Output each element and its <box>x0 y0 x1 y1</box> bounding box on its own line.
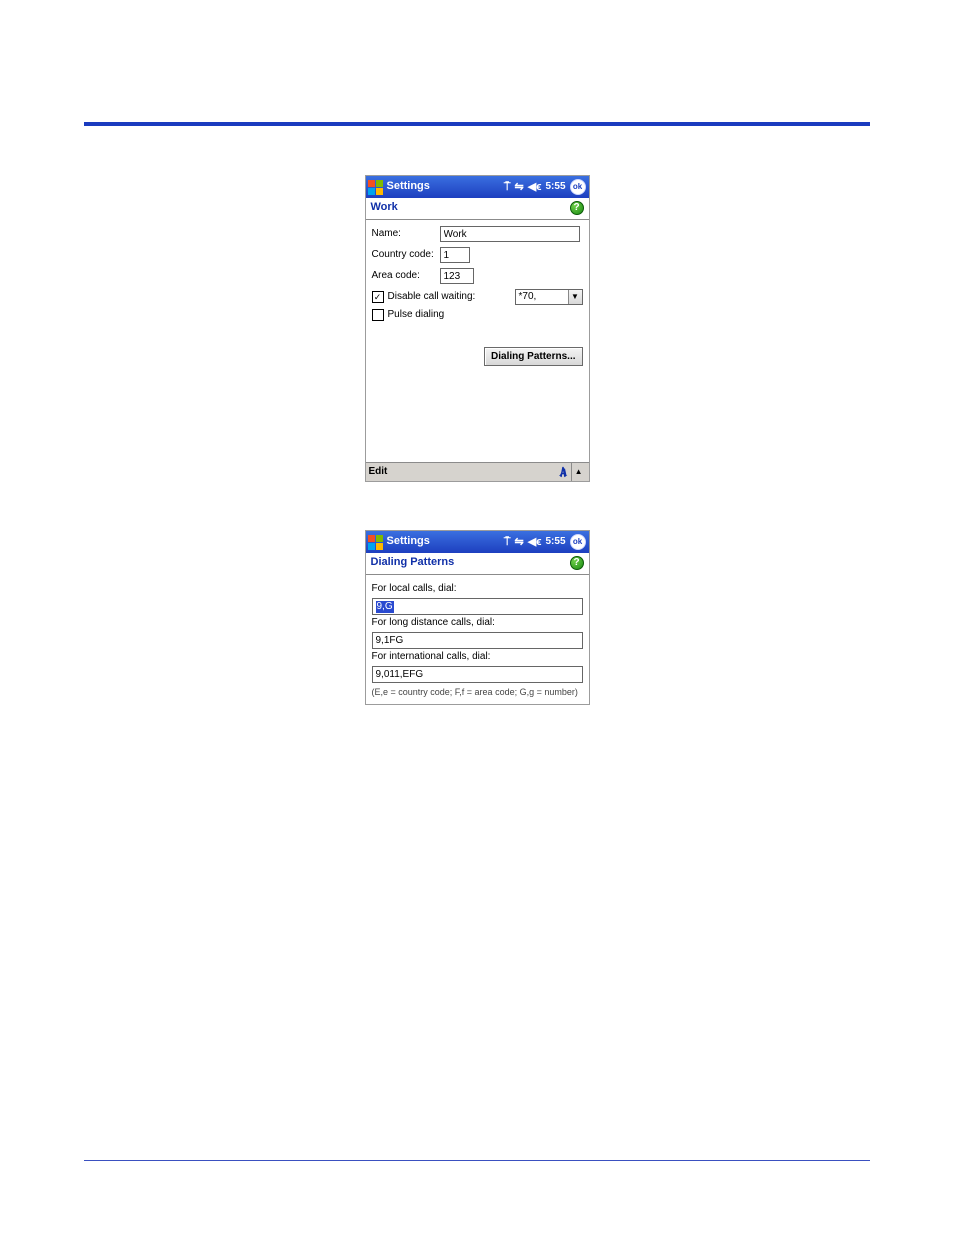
speaker-icon[interactable]: ◀ϵ <box>528 182 542 193</box>
work-form: Name: Country code: Area code: Disable c… <box>366 220 589 462</box>
speaker-icon[interactable]: ◀ϵ <box>528 537 542 548</box>
signal-icon[interactable]: ⍑ <box>504 182 511 193</box>
start-icon[interactable] <box>368 534 384 550</box>
titlebar: Settings ⍑ ⇋ ◀ϵ 5:55 ok <box>366 176 589 198</box>
country-code-label: Country code: <box>372 249 440 261</box>
bottombar: Edit A ▲ <box>366 462 589 481</box>
name-input[interactable] <box>440 226 580 242</box>
status-icons: ⍑ ⇋ ◀ϵ 5:55 <box>504 536 566 548</box>
titlebar: Settings ⍑ ⇋ ◀ϵ 5:55 ok <box>366 531 589 553</box>
call-waiting-code-value: *70, <box>516 291 568 303</box>
pulse-dialing-checkbox[interactable] <box>372 309 384 321</box>
sip-arrow-icon[interactable]: ▲ <box>571 463 586 481</box>
area-code-input[interactable] <box>440 268 474 284</box>
subheader: Work ? <box>366 198 589 220</box>
connection-icon[interactable]: ⇋ <box>515 537 524 548</box>
call-waiting-code-dropdown[interactable]: *70, ▼ <box>515 289 583 305</box>
start-icon[interactable] <box>368 179 384 195</box>
country-code-input[interactable] <box>440 247 470 263</box>
help-icon[interactable]: ? <box>570 556 584 570</box>
app-title: Settings <box>387 180 430 193</box>
menu-edit[interactable]: Edit <box>369 466 388 478</box>
local-calls-input[interactable]: 9,G <box>372 598 583 615</box>
area-code-label: Area code: <box>372 270 440 282</box>
status-icons: ⍑ ⇋ ◀ϵ 5:55 <box>504 181 566 193</box>
clock-time[interactable]: 5:55 <box>545 536 565 548</box>
international-input[interactable] <box>372 666 583 683</box>
divider-bottom <box>84 1160 870 1161</box>
signal-icon[interactable]: ⍑ <box>504 537 511 548</box>
local-calls-label: For local calls, dial: <box>372 583 583 595</box>
ok-button[interactable]: ok <box>570 179 586 195</box>
disable-call-waiting-checkbox[interactable] <box>372 291 384 303</box>
keyboard-icon[interactable]: A <box>557 465 571 479</box>
device-screen-dialing-patterns: Settings ⍑ ⇋ ◀ϵ 5:55 ok Dialing Patterns… <box>365 530 590 705</box>
local-calls-value: 9,G <box>376 601 394 613</box>
pattern-legend: (E,e = country code; F,f = area code; G,… <box>372 687 583 698</box>
ok-button[interactable]: ok <box>570 534 586 550</box>
long-distance-input[interactable] <box>372 632 583 649</box>
long-distance-label: For long distance calls, dial: <box>372 617 583 629</box>
dialing-patterns-button[interactable]: Dialing Patterns... <box>484 347 582 366</box>
help-icon[interactable]: ? <box>570 201 584 215</box>
divider-top <box>84 122 870 126</box>
device-screen-work: Settings ⍑ ⇋ ◀ϵ 5:55 ok Work ? Name: Cou… <box>365 175 590 482</box>
name-label: Name: <box>372 228 440 240</box>
pulse-dialing-label: Pulse dialing <box>388 309 445 321</box>
subheader: Dialing Patterns ? <box>366 553 589 575</box>
app-title: Settings <box>387 535 430 548</box>
dialing-patterns-form: For local calls, dial: 9,G For long dist… <box>366 575 589 704</box>
clock-time[interactable]: 5:55 <box>545 181 565 193</box>
page-title: Work <box>371 201 398 214</box>
international-label: For international calls, dial: <box>372 651 583 663</box>
page-title: Dialing Patterns <box>371 556 455 569</box>
chevron-down-icon: ▼ <box>568 290 582 304</box>
disable-call-waiting-label: Disable call waiting: <box>388 291 476 303</box>
connection-icon[interactable]: ⇋ <box>515 182 524 193</box>
